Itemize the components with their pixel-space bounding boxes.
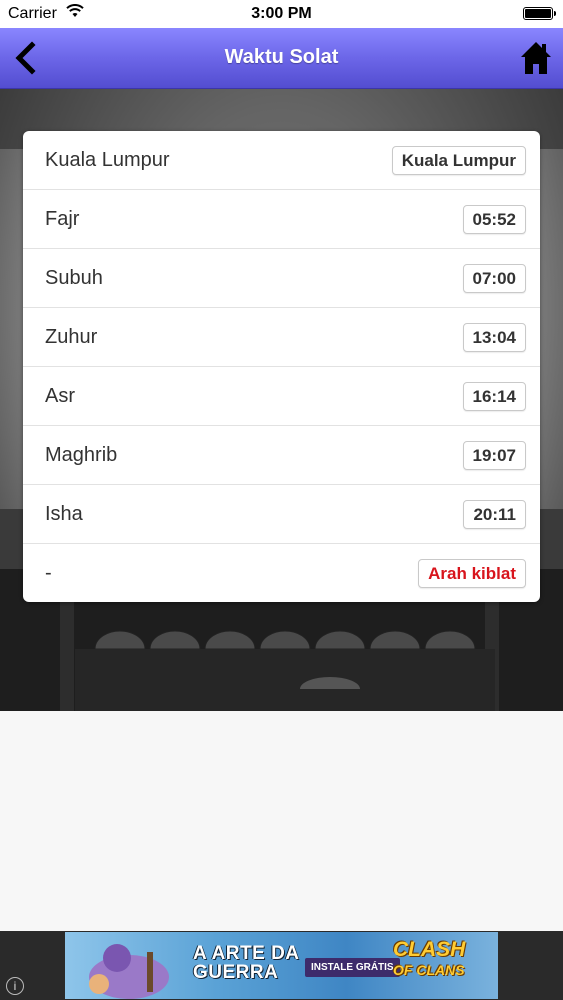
ad-headline: A ARTE DA GUERRA [193, 944, 300, 982]
prayer-row-maghrib: Maghrib 19:07 [23, 426, 540, 485]
prayer-times-card: Kuala Lumpur Kuala Lumpur Fajr 05:52 Sub… [23, 131, 540, 602]
prayer-name: Zuhur [45, 326, 98, 348]
qibla-row: - Arah kiblat [23, 544, 540, 602]
prayer-name: Subuh [45, 267, 103, 289]
home-button[interactable] [519, 38, 553, 78]
home-icon [521, 42, 551, 74]
prayer-time: 16:14 [462, 382, 526, 411]
info-icon[interactable]: i [6, 977, 24, 995]
navigation-bar: Waktu Solat [0, 28, 563, 89]
ad-logo-line-2: OF CLANS [393, 962, 465, 978]
prayer-row-asr: Asr 16:14 [23, 367, 540, 426]
prayer-row-isha: Isha 20:11 [23, 485, 540, 544]
ad-logo-line-1: CLASH [393, 938, 466, 961]
location-label: Kuala Lumpur [45, 149, 170, 171]
prayer-time: 05:52 [462, 205, 526, 234]
prayer-time: 20:11 [463, 500, 526, 529]
prayer-row-subuh: Subuh 07:00 [23, 249, 540, 308]
ad-character-illustration [89, 944, 169, 999]
status-bar: Carrier 3:00 PM [0, 0, 563, 28]
qibla-direction-button[interactable]: Arah kiblat [418, 559, 526, 588]
prayer-time: 07:00 [462, 264, 526, 293]
prayer-time: 19:07 [462, 441, 526, 470]
status-time: 3:00 PM [251, 5, 312, 22]
ad-headline-line-1: A ARTE DA [193, 943, 300, 964]
ad-game-logo: CLASH OF CLANS [393, 938, 466, 980]
prayer-name: Isha [45, 503, 83, 525]
battery-icon [523, 7, 556, 20]
prayer-name: Maghrib [45, 444, 118, 466]
prayer-name: Fajr [45, 208, 80, 230]
page-title: Waktu Solat [224, 46, 339, 68]
prayer-time: 13:04 [462, 323, 526, 352]
location-button[interactable]: Kuala Lumpur [391, 146, 526, 175]
qibla-label: - [45, 562, 52, 584]
ad-banner: i A ARTE DA GUERRA INSTALE GRÁTIS CLASH … [0, 931, 563, 1000]
ad-headline-line-2: GUERRA [193, 962, 279, 983]
prayer-row-zuhur: Zuhur 13:04 [23, 308, 540, 367]
ad-install-button[interactable]: INSTALE GRÁTIS [305, 958, 400, 977]
location-row: Kuala Lumpur Kuala Lumpur [23, 131, 540, 190]
prayer-row-fajr: Fajr 05:52 [23, 190, 540, 249]
ad-creative[interactable]: A ARTE DA GUERRA INSTALE GRÁTIS CLASH OF… [65, 932, 498, 999]
prayer-name: Asr [45, 385, 75, 407]
